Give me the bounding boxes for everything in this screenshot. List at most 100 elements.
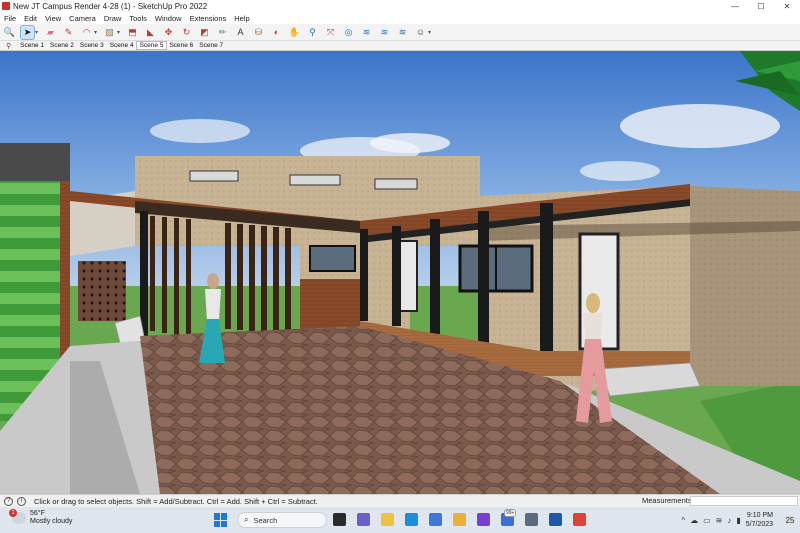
extension-warehouse-icon[interactable]: ≋ [378,26,391,39]
right-building-side [690,186,800,386]
settings-icon[interactable] [525,513,538,526]
edge-icon[interactable] [405,513,418,526]
weather-condition: Mostly cloudy [30,518,73,525]
volume-icon[interactable]: ♪ [727,516,731,525]
menu-help[interactable]: Help [230,14,253,23]
geo-location-icon[interactable]: ◎ [342,26,355,39]
search-icon[interactable]: 🔍 [3,26,16,39]
store-icon[interactable] [429,513,442,526]
cloud-icon: 1 [9,509,26,524]
move-icon[interactable]: ✥ [162,26,175,39]
media-icon[interactable] [477,513,490,526]
sketchup-app-icon [2,2,10,10]
main-toolbar: 🔍 ➤ ▾ ▰ ✎ ◠ ▾ ▧ ▾ ⬒ ◣ ✥ ↻ ◩ ✏ A ⛁ ◐ ✋ ⚲ ⤧ ◎ ≋ ≋ ≋ ☺ ▾ [0,24,800,41]
search-icon: ⌕ [244,515,249,524]
scene-tab-2[interactable]: Scene 2 [47,42,77,49]
measurements-label: Measurements [642,496,692,505]
scenes-pin-icon[interactable]: ⚲ [6,42,11,50]
layout-icon[interactable]: ≋ [396,26,409,39]
eraser-icon[interactable]: ▰ [44,26,57,39]
zoom-icon[interactable]: ⚲ [306,26,319,39]
menu-draw[interactable]: Draw [100,14,126,23]
follow-me-icon[interactable]: ◣ [144,26,157,39]
rendered-scene [0,51,800,494]
window-controls: — ☐ ✕ [722,0,800,12]
taskbar-search[interactable]: ⌕ Search [237,512,327,528]
wifi-icon[interactable]: ≋ [716,516,723,525]
notification-badge[interactable]: 25 [785,515,795,525]
sketchup-window: New JT Campus Render 4-28 (1) - SketchUp… [0,0,800,533]
temperature: 56°F [30,510,45,517]
orbit-icon[interactable]: ◐ [270,26,283,39]
zoom-extents-icon[interactable]: ⤧ [324,26,337,39]
tray-chevron-icon[interactable]: ^ [681,516,685,525]
menu-extensions[interactable]: Extensions [186,14,231,23]
column [392,226,401,326]
scene-tabs-bar: ⚲ Scene 1 Scene 2 Scene 3 Scene 4 Scene … [0,41,800,51]
mail-icon[interactable] [453,513,466,526]
chevron-down-icon[interactable]: ▾ [117,29,122,36]
scene-tab-4[interactable]: Scene 4 [107,42,137,49]
column [430,219,440,334]
scene-tab-6[interactable]: Scene 6 [166,42,196,49]
title-bar: New JT Campus Render 4-28 (1) - SketchUp… [0,0,800,12]
chevron-down-icon[interactable]: ▾ [35,29,40,36]
model-viewport[interactable] [0,51,800,494]
chrome-icon[interactable] [573,513,586,526]
cloud [620,104,780,148]
warehouse-icon[interactable]: ≋ [360,26,373,39]
chevron-down-icon[interactable]: ▾ [428,29,433,36]
scene-tab-1[interactable]: Scene 1 [17,42,47,49]
status-bar: ? i Click or drag to select objects. Shi… [0,494,800,507]
weather-widget[interactable]: 1 56°F Mostly cloudy [9,509,73,526]
video-call-icon[interactable] [357,513,370,526]
menu-edit[interactable]: Edit [20,14,41,23]
chevron-down-icon[interactable]: ▾ [94,29,99,36]
cloud [150,119,250,143]
push-pull-icon[interactable]: ⬒ [126,26,139,39]
menu-bar: File Edit View Camera Draw Tools Window … [0,12,800,24]
display-icon[interactable]: ▭ [703,516,711,525]
info-status-icon[interactable]: i [17,496,26,506]
status-message: Click or drag to select objects. Shift =… [34,496,318,506]
menu-tools[interactable]: Tools [125,14,151,23]
scene-tab-3[interactable]: Scene 3 [77,42,107,49]
battery-icon[interactable]: ▮ [736,516,740,525]
minimize-button[interactable]: — [722,0,748,12]
menu-view[interactable]: View [41,14,65,23]
cloud [580,161,660,181]
paint-bucket-icon[interactable]: ⛁ [252,26,265,39]
menu-camera[interactable]: Camera [65,14,100,23]
text-label-icon[interactable]: A [234,26,247,39]
select-arrow-icon[interactable]: ➤ [20,24,35,40]
scene-tab-5[interactable]: Scene 5 [135,41,168,50]
geo-location-status-icon[interactable]: ? [4,496,13,506]
file-explorer-icon[interactable] [381,513,394,526]
weather-badge: 1 [9,509,17,517]
pencil-line-icon[interactable]: ✎ [62,26,75,39]
clock-time: 9:10 PM [746,512,773,519]
maximize-button[interactable]: ☐ [748,0,774,12]
clock-date: 5/7/2023 [745,521,773,528]
windows-start-icon[interactable] [214,513,228,527]
decorative-block-wall [78,261,126,321]
column [478,211,489,343]
menu-window[interactable]: Window [151,14,186,23]
onedrive-icon[interactable]: ☁ [690,516,698,525]
scene-tab-7[interactable]: Scene 7 [196,42,226,49]
close-button[interactable]: ✕ [774,0,800,12]
menu-file[interactable]: File [0,14,20,23]
clock[interactable]: 9:10 PM 5/7/2023 [746,511,773,529]
measurements-input[interactable] [690,496,798,506]
windows-taskbar: 1 56°F Mostly cloudy ⌕ Search 99+ ^ ☁ ▭ … [0,507,800,533]
pan-icon[interactable]: ✋ [288,26,301,39]
tape-measure-icon[interactable]: ✏ [216,26,229,39]
shape-icon[interactable]: ▧ [103,26,116,39]
clerestory-window [374,178,418,190]
account-icon[interactable]: ☺ [414,26,427,39]
scale-icon[interactable]: ◩ [198,26,211,39]
arc-icon[interactable]: ◠ [80,26,93,39]
sketchup-icon[interactable] [549,513,562,526]
rotate-icon[interactable]: ↻ [180,26,193,39]
task-view-icon[interactable] [333,513,346,526]
